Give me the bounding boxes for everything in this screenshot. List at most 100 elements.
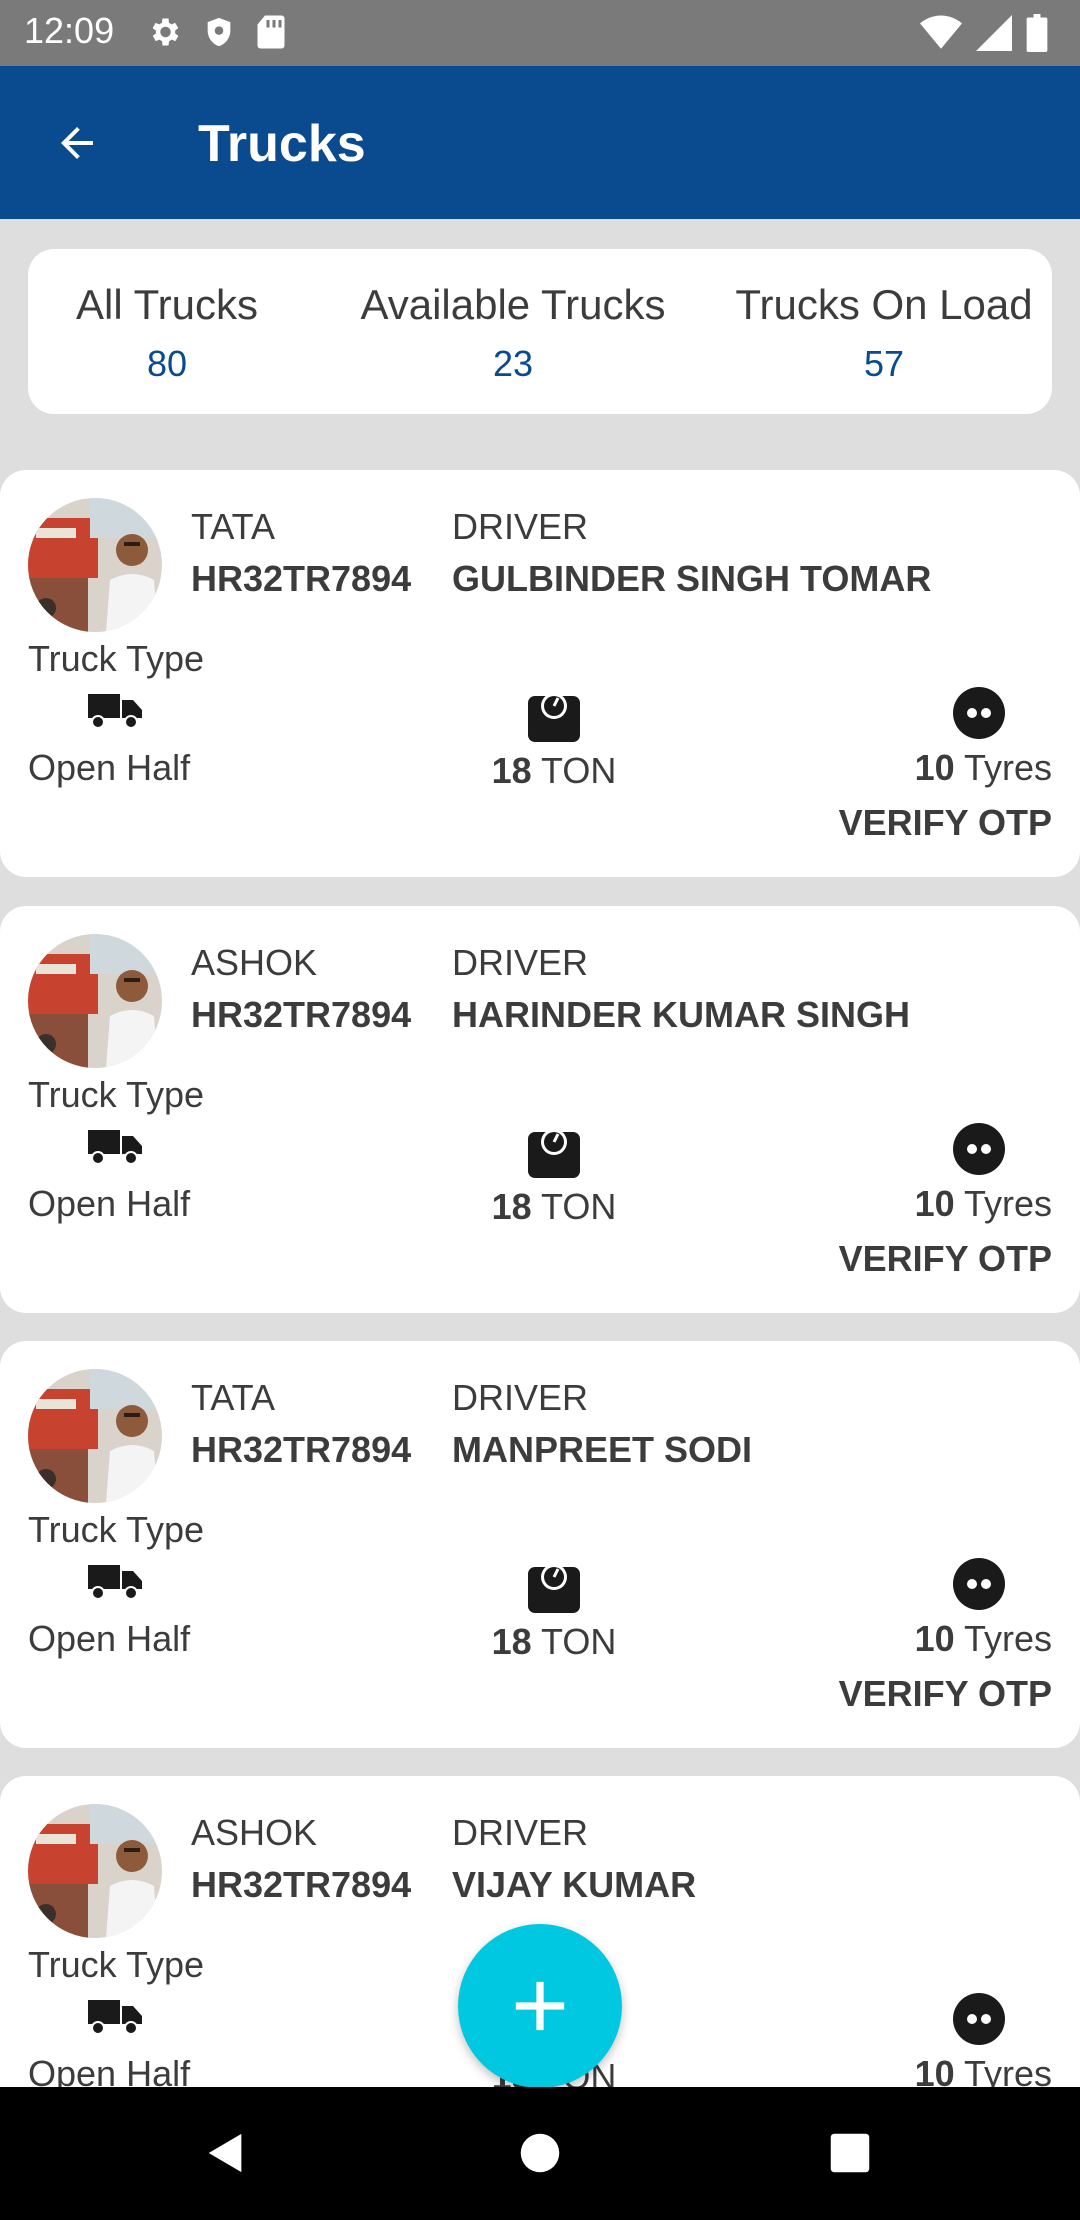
app-bar: Trucks — [0, 66, 1080, 219]
tyres-unit: Tyres — [963, 1183, 1052, 1224]
driver-label: DRIVER — [452, 942, 589, 983]
truck-type-value: Open Half — [28, 747, 191, 788]
truck-type-label: Truck Type — [28, 1944, 205, 1985]
truck-make: ASHOK — [191, 1812, 318, 1853]
truck-avatar — [28, 1804, 162, 1938]
trucks-on-load-count: 57 — [863, 343, 905, 384]
truck-registration: HR32TR7894 — [191, 558, 412, 599]
truck-type-label: Truck Type — [28, 1509, 205, 1550]
tyres-number: 10 — [914, 1183, 955, 1224]
tyres-number: 10 — [914, 2053, 955, 2087]
status-icons-left — [146, 14, 286, 50]
available-trucks-label: Available Trucks — [360, 281, 666, 328]
nav-home-button[interactable] — [510, 2123, 570, 2183]
truck-type-label: Truck Type — [28, 1074, 205, 1115]
driver-name: VIJAY KUMAR — [452, 1864, 697, 1905]
tyres-number: 10 — [914, 747, 955, 788]
truck-make: TATA — [191, 1377, 275, 1418]
tyres-value: 10 Tyres — [915, 1618, 1052, 1660]
tyres-number: 10 — [914, 1618, 955, 1659]
tyre-icon — [953, 1558, 1005, 1610]
all-trucks-count: 80 — [146, 343, 188, 384]
weight-scale-icon — [528, 1129, 580, 1178]
truck-type-value: Open Half — [28, 1618, 191, 1659]
sd-card-icon — [257, 15, 285, 49]
verify-otp-button[interactable]: VERIFY OTP — [839, 1673, 1052, 1715]
tab-all-trucks[interactable]: All Trucks 80 — [42, 281, 292, 385]
weight-scale-icon — [528, 693, 580, 742]
trucks-on-load-label: Trucks On Load — [735, 281, 1033, 328]
truck-card[interactable]: TATA HR32TR7894 DRIVER MANPREET SODI Tru… — [0, 1341, 1080, 1748]
truck-registration: HR32TR7894 — [191, 1864, 412, 1905]
truck-registration: HR32TR7894 — [191, 994, 412, 1035]
available-trucks-count: 23 — [492, 343, 534, 384]
wifi-icon — [920, 15, 962, 49]
truck-avatar — [28, 934, 162, 1068]
truck-card[interactable]: TATA HR32TR7894 DRIVER GULBINDER SINGH T… — [0, 470, 1080, 877]
status-bar: 12:09 — [0, 0, 1080, 66]
tyre-icon — [953, 1993, 1005, 2045]
capacity-number: 18 — [491, 750, 532, 791]
nav-recents-button[interactable] — [820, 2123, 880, 2183]
recents-square-icon — [830, 2133, 870, 2173]
tyres-unit: Tyres — [963, 2053, 1052, 2087]
truck-type-value: Open Half — [28, 1183, 191, 1224]
truck-icon — [88, 1130, 142, 1165]
page-title: Trucks — [198, 115, 366, 173]
tab-trucks-on-load[interactable]: Trucks On Load 57 — [724, 281, 1044, 385]
arrow-left-icon — [61, 127, 93, 159]
capacity-unit: TON — [541, 1186, 617, 1227]
truck-type-value: Open Half — [28, 2053, 191, 2087]
driver-label: DRIVER — [452, 506, 589, 547]
gear-icon — [152, 18, 179, 46]
tyres-value: 10 Tyres — [915, 1183, 1052, 1225]
truck-avatar — [28, 1369, 162, 1503]
status-icons-right — [920, 14, 1048, 52]
verify-otp-button[interactable]: VERIFY OTP — [839, 802, 1052, 844]
signal-icon — [976, 15, 1012, 51]
capacity-number: 18 — [491, 1186, 532, 1227]
capacity-value: 18 TON — [452, 1621, 656, 1663]
capacity-unit: TON — [541, 1621, 617, 1662]
back-triangle-icon — [208, 2133, 242, 2173]
truck-icon — [88, 1565, 142, 1600]
tyre-icon — [953, 1123, 1005, 1175]
tyres-value: 10 Tyres — [915, 747, 1052, 789]
truck-list[interactable]: TATA HR32TR7894 DRIVER GULBINDER SINGH T… — [0, 470, 1080, 2087]
status-time: 12:09 — [24, 10, 115, 51]
truck-registration: HR32TR7894 — [191, 1429, 412, 1470]
driver-label: DRIVER — [452, 1377, 589, 1418]
capacity-value: 18 TON — [452, 1186, 656, 1228]
truck-make: TATA — [191, 506, 275, 547]
plus-icon — [515, 1981, 565, 2031]
driver-name: MANPREET SODI — [452, 1429, 753, 1470]
verify-otp-button[interactable]: VERIFY OTP — [839, 1238, 1052, 1280]
driver-label: DRIVER — [452, 1812, 589, 1853]
truck-card[interactable]: ASHOK HR32TR7894 DRIVER HARINDER KUMAR S… — [0, 906, 1080, 1313]
nav-back-button[interactable] — [196, 2123, 256, 2183]
driver-name: GULBINDER SINGH TOMAR — [452, 558, 932, 599]
capacity-unit: TON — [541, 750, 617, 791]
truck-icon — [88, 694, 142, 729]
battery-icon — [1026, 14, 1048, 52]
weight-scale-icon — [528, 1564, 580, 1613]
tyre-icon — [953, 687, 1005, 739]
home-circle-icon — [520, 2133, 560, 2173]
tyres-unit: Tyres — [963, 1618, 1052, 1659]
shield-icon — [207, 17, 231, 47]
driver-name: HARINDER KUMAR SINGH — [452, 994, 910, 1035]
truck-type-label: Truck Type — [28, 638, 205, 679]
tab-available-trucks[interactable]: Available Trucks 23 — [318, 281, 708, 385]
truck-icon — [88, 2000, 142, 2035]
add-truck-button[interactable] — [458, 1924, 622, 2088]
capacity-value: 18 TON — [452, 750, 656, 792]
system-nav-bar — [0, 2087, 1080, 2220]
all-trucks-label: All Trucks — [75, 281, 259, 328]
truck-summary-card: All Trucks 80 Available Trucks 23 Trucks… — [28, 249, 1052, 414]
truck-make: ASHOK — [191, 942, 318, 983]
back-button[interactable] — [44, 110, 110, 176]
tyres-value: 10 Tyres — [915, 2053, 1052, 2087]
truck-avatar — [28, 498, 162, 632]
capacity-number: 18 — [491, 1621, 532, 1662]
tyres-unit: Tyres — [963, 747, 1052, 788]
